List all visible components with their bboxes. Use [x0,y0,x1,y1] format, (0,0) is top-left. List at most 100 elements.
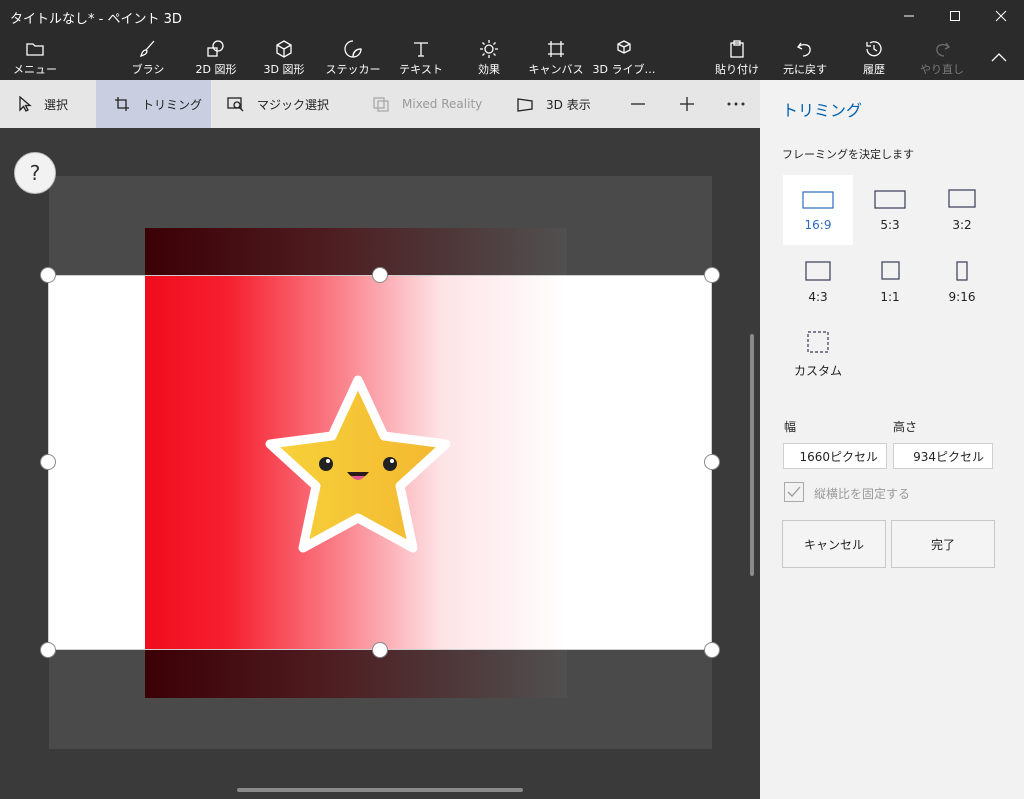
ratio-5-3[interactable]: 5:3 [855,175,925,245]
tool-label: キャンバス [528,63,584,76]
ratio-9-16[interactable]: 9:16 [927,247,997,317]
paste-button[interactable]: 貼り付け [714,32,760,80]
crop-handle-right[interactable] [704,454,720,470]
ratio-4-3[interactable]: 4:3 [783,247,853,317]
close-icon [995,10,1007,22]
magic-select-icon [227,97,244,112]
paste-icon [730,40,744,58]
crop-handle-left[interactable] [40,454,56,470]
menu-button[interactable]: メニュー [10,32,60,80]
width-field[interactable]: 1660ピクセル [783,443,887,469]
crop-handle-bottom[interactable] [372,642,388,658]
done-button[interactable]: 完了 [891,520,995,568]
tool-text[interactable]: テキスト [396,32,446,80]
ratio-1-1-icon [881,261,900,280]
horizontal-scrollbar[interactable] [237,788,523,792]
crop-button[interactable]: トリミング [96,80,211,128]
crop-shade-top [145,228,567,275]
tool-3d-library[interactable]: 3D ライブ… [593,32,655,80]
tool-label: 効果 [478,63,500,76]
more-options-button[interactable] [720,80,752,128]
zoom-out-button[interactable] [622,80,654,128]
panel-subtitle: フレーミングを決定します [782,148,914,161]
help-button[interactable]: ? [14,152,56,194]
tool-effects[interactable]: 効果 [464,32,514,80]
crop-handle-bottom-right[interactable] [704,642,720,658]
select-label: 選択 [44,97,69,112]
tool-2d-shapes[interactable]: 2D 図形 [188,32,244,80]
history-button[interactable]: 履歴 [852,32,896,80]
magic-select-button[interactable]: マジック選択 [211,80,351,128]
plus-icon [680,97,694,111]
zoom-in-button[interactable] [671,80,703,128]
paint3d-window: タイトルなし* - ペイント 3D メニュー ブラシ 2D 図形 3D 図形 ス… [0,0,1024,799]
ratio-label: 3:2 [952,218,972,232]
ratio-label: 1:1 [880,290,900,304]
crop-handle-top-left[interactable] [40,267,56,283]
ribbon: メニュー ブラシ 2D 図形 3D 図形 ステッカー テキスト 効果 キャンバス… [0,32,1024,80]
title-bar: タイトルなし* - ペイント 3D [0,0,1024,32]
custom-ratio-icon [807,331,829,353]
tool-stickers[interactable]: ステッカー [324,32,382,80]
maximize-icon [950,11,960,21]
crop-handle-bottom-left[interactable] [40,642,56,658]
3d-library-icon [617,40,631,54]
ratio-3-2[interactable]: 3:2 [927,175,997,245]
sticker-icon [344,40,362,58]
undo-button[interactable]: 元に戻す [780,32,830,80]
vertical-scrollbar[interactable] [750,334,754,576]
ratio-label: 5:3 [880,218,900,232]
star-sticker[interactable] [262,374,454,558]
height-field[interactable]: 934ピクセル [893,443,993,469]
panel-title: トリミング [782,101,863,120]
mixed-reality-button[interactable]: Mixed Reality [360,80,490,128]
ratio-5-3-icon [874,190,906,209]
ratio-label: 9:16 [948,290,976,304]
ratio-9-16-icon [956,261,968,281]
window-title: タイトルなし* - ペイント 3D [10,12,182,27]
ratio-16-9[interactable]: 16:9 [783,175,853,245]
3d-view-icon [517,98,533,112]
tool-label: テキスト [399,63,443,76]
tool-label: 2D 図形 [195,63,237,76]
sun-icon [480,40,498,58]
height-label: 高さ [893,420,918,434]
select-button[interactable]: 選択 [0,80,96,128]
undo-icon [797,42,811,57]
history-icon [866,41,882,57]
width-label: 幅 [784,420,797,434]
help-icon: ? [29,161,41,185]
mixed-reality-icon [373,97,389,112]
3d-view-button[interactable]: 3D 表示 [502,80,612,128]
crop-toolbar: 選択 トリミング マジック選択 Mixed Reality 3D 表示 [0,80,760,128]
crop-icon [115,97,129,111]
brush-icon [139,40,155,58]
ratio-1-1[interactable]: 1:1 [855,247,925,317]
ellipsis-icon [727,102,745,106]
crop-handle-top[interactable] [372,267,388,283]
checkmark-icon [787,486,801,497]
crop-handle-top-right[interactable] [704,267,720,283]
tool-brushes[interactable]: ブラシ [123,32,173,80]
lock-aspect-checkbox[interactable] [784,482,804,502]
tool-3d-shapes[interactable]: 3D 図形 [256,32,312,80]
maximize-button[interactable] [932,0,978,32]
minimize-button[interactable] [886,0,932,32]
canvas-area[interactable]: ? [0,128,760,799]
redo-button[interactable]: やり直し [918,32,966,80]
tool-label: ステッカー [325,63,381,76]
cube-icon [276,40,292,58]
collapse-ribbon-button[interactable] [984,32,1014,80]
ratio-custom[interactable]: カスタム [783,319,853,389]
ratio-label: 4:3 [808,290,828,304]
tool-canvas[interactable]: キャンバス [528,32,584,80]
shapes-2d-icon [207,40,224,57]
crop-panel: トリミング フレーミングを決定します 16:9 5:3 3:2 4:3 1:1 … [760,80,1024,799]
chevron-up-icon [991,53,1007,62]
paste-label: 貼り付け [715,63,759,76]
tool-label: 3D 図形 [263,63,305,76]
ratio-label: 16:9 [804,218,832,232]
close-button[interactable] [978,0,1024,32]
canvas-icon [548,41,564,57]
cancel-button[interactable]: キャンセル [782,520,886,568]
